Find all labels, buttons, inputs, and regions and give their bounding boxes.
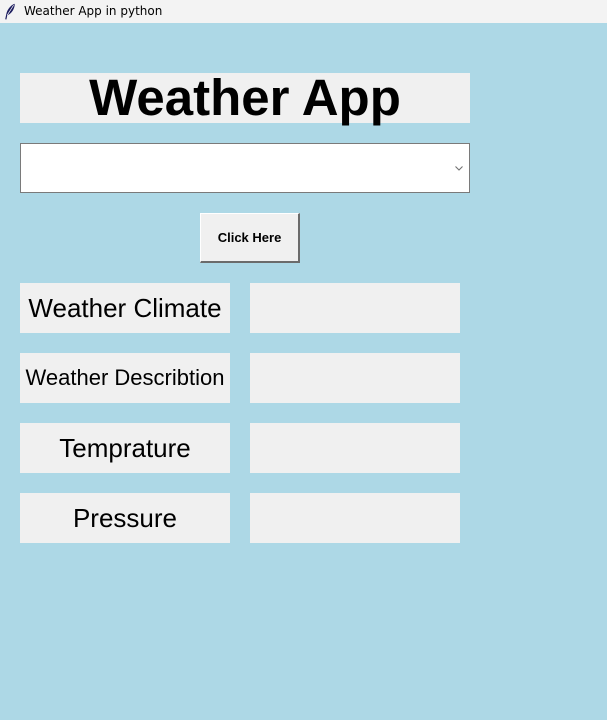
weather-description-value [250,353,460,403]
chevron-down-icon[interactable] [454,164,464,172]
app-heading: Weather App [20,72,470,123]
pressure-value [250,493,460,543]
weather-climate-value [250,283,460,333]
window-titlebar[interactable]: Weather App in python [0,0,607,23]
temperature-value [250,423,460,473]
city-select[interactable] [20,143,470,193]
window-title: Weather App in python [24,4,163,18]
pressure-label: Pressure [20,493,230,543]
weather-climate-label: Weather Climate [20,283,230,333]
feather-icon [5,3,15,20]
click-here-button[interactable]: Click Here [200,213,300,263]
weather-description-label: Weather Describtion [20,353,230,403]
temperature-label: Temprature [20,423,230,473]
